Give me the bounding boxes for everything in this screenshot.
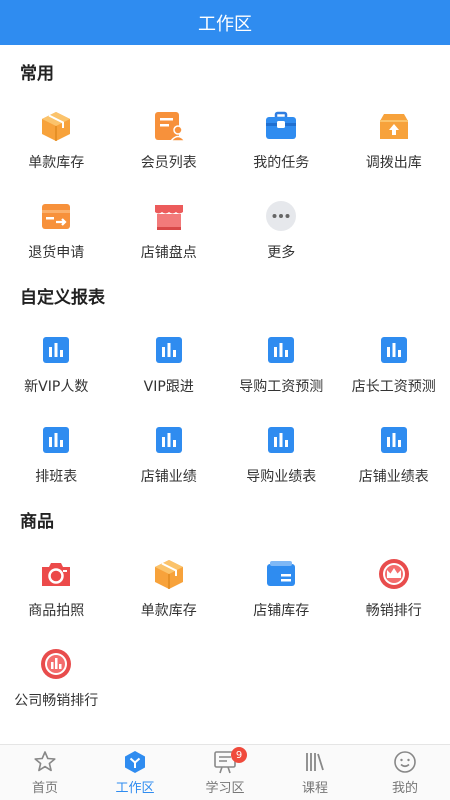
- grid-item[interactable]: 商品拍照: [0, 539, 113, 629]
- grid-item[interactable]: 店长工资预测: [338, 315, 450, 405]
- tab-4[interactable]: 我的: [360, 745, 450, 800]
- grid-item[interactable]: VIP跟进: [113, 315, 226, 405]
- grid-item-label: 单款库存: [140, 603, 197, 619]
- workspace-icon: [121, 749, 149, 775]
- section-title: 自定义报表: [20, 288, 105, 308]
- report-chart-icon: [377, 423, 411, 457]
- section-title: 常用: [20, 64, 54, 84]
- grid-item[interactable]: 会员列表: [113, 91, 226, 181]
- section-grid: 新VIP人数 VIP跟进 导购工资预测 店长工资预测排班表 店铺业绩 导购业绩表 店铺业绩表: [0, 315, 450, 495]
- report-chart-icon: [377, 333, 411, 367]
- report-chart-icon: [152, 423, 186, 457]
- content: 常用单款库存 会员列表 我的任务 调拨出库退货申请 店铺盘点 更多自定义报表新VIP人数 V…: [0, 45, 450, 719]
- grid-item[interactable]: 更多: [225, 181, 338, 271]
- grid-item[interactable]: 店铺库存: [225, 539, 338, 629]
- section-grid: 商品拍照 单款库存 店铺库存 畅销排行公司畅销排行: [0, 539, 450, 719]
- grid-item-label: VIP跟进: [143, 379, 194, 395]
- grid-item-label: 新VIP人数: [24, 379, 89, 395]
- grid-item[interactable]: 新VIP人数: [0, 315, 113, 405]
- rank-chart-icon: [39, 647, 73, 681]
- tab-label: 首页: [31, 781, 58, 796]
- grid-item[interactable]: 公司畅销排行: [0, 629, 113, 719]
- return-icon: [39, 199, 73, 233]
- grid-item[interactable]: 导购工资预测: [225, 315, 338, 405]
- grid-item[interactable]: 单款库存: [0, 91, 113, 181]
- tab-2[interactable]: 学习区 9: [180, 745, 270, 800]
- grid-item[interactable]: 店铺盘点: [113, 181, 226, 271]
- grid-item[interactable]: 导购业绩表: [225, 405, 338, 495]
- wallet-icon: [264, 557, 298, 591]
- section-2: 商品商品拍照 单款库存 店铺库存 畅销排行公司畅销排行: [0, 495, 450, 719]
- tab-label: 我的: [391, 781, 418, 796]
- grid-item-label: 店长工资预测: [351, 379, 436, 395]
- grid-item[interactable]: 单款库存: [113, 539, 226, 629]
- report-chart-icon: [152, 333, 186, 367]
- grid-item[interactable]: 排班表: [0, 405, 113, 495]
- transfer-out-icon: [377, 109, 411, 143]
- grid-item-label: 店铺盘点: [140, 245, 197, 261]
- section-title: 商品: [20, 512, 54, 532]
- tab-3[interactable]: 课程: [270, 745, 360, 800]
- tab-label: 学习区: [205, 781, 245, 796]
- camera-icon: [39, 557, 73, 591]
- grid-item-label: 店铺库存: [253, 603, 310, 619]
- page-title: 工作区: [198, 13, 252, 35]
- report-chart-icon: [264, 423, 298, 457]
- smile-icon: [391, 749, 419, 775]
- member-list-icon: [152, 109, 186, 143]
- grid-item[interactable]: 我的任务: [225, 91, 338, 181]
- grid-item-label: 店铺业绩: [140, 469, 197, 485]
- store-icon: [152, 199, 186, 233]
- tab-0[interactable]: 首页: [0, 745, 90, 800]
- star-icon: [31, 749, 59, 775]
- grid-item[interactable]: 调拨出库: [338, 91, 450, 181]
- report-chart-icon: [39, 423, 73, 457]
- grid-item-label: 排班表: [35, 469, 78, 485]
- grid-item-label: 公司畅销排行: [14, 693, 99, 709]
- grid-item-label: 更多: [267, 245, 296, 261]
- briefcase-icon: [264, 109, 298, 143]
- grid-item-label: 店铺业绩表: [358, 469, 429, 485]
- section-0: 常用单款库存 会员列表 我的任务 调拨出库退货申请 店铺盘点 更多: [0, 45, 450, 271]
- grid-item-label: 导购工资预测: [239, 379, 324, 395]
- grid-item-label: 会员列表: [140, 155, 197, 171]
- grid-item-label: 单款库存: [28, 155, 85, 171]
- tab-bar: 首页 工作区 学习区 9 课程 我的: [0, 744, 450, 800]
- section-1: 自定义报表新VIP人数 VIP跟进 导购工资预测 店长工资预测排班表 店铺业绩 导购业绩表…: [0, 271, 450, 495]
- books-icon: [301, 749, 329, 775]
- grid-item-label: 畅销排行: [365, 603, 422, 619]
- report-chart-icon: [264, 333, 298, 367]
- grid-item-label: 商品拍照: [28, 603, 85, 619]
- box-icon: [39, 109, 73, 143]
- section-grid: 单款库存 会员列表 我的任务 调拨出库退货申请 店铺盘点 更多: [0, 91, 450, 271]
- tab-label: 工作区: [115, 781, 155, 796]
- tab-label: 课程: [301, 781, 328, 796]
- more-icon: [264, 199, 298, 233]
- grid-item[interactable]: 畅销排行: [338, 539, 450, 629]
- grid-item-label: 调拨出库: [365, 155, 422, 171]
- grid-item-label: 我的任务: [253, 155, 310, 171]
- header: 工作区: [0, 0, 450, 45]
- grid-item[interactable]: 店铺业绩表: [338, 405, 450, 495]
- tab-1[interactable]: 工作区: [90, 745, 180, 800]
- grid-item[interactable]: 退货申请: [0, 181, 113, 271]
- grid-item[interactable]: 店铺业绩: [113, 405, 226, 495]
- grid-item-label: 退货申请: [28, 245, 85, 261]
- grid-item-label: 导购业绩表: [246, 469, 317, 485]
- crown-icon: [377, 557, 411, 591]
- report-chart-icon: [39, 333, 73, 367]
- notification-badge: 9: [231, 747, 247, 763]
- box-icon: [152, 557, 186, 591]
